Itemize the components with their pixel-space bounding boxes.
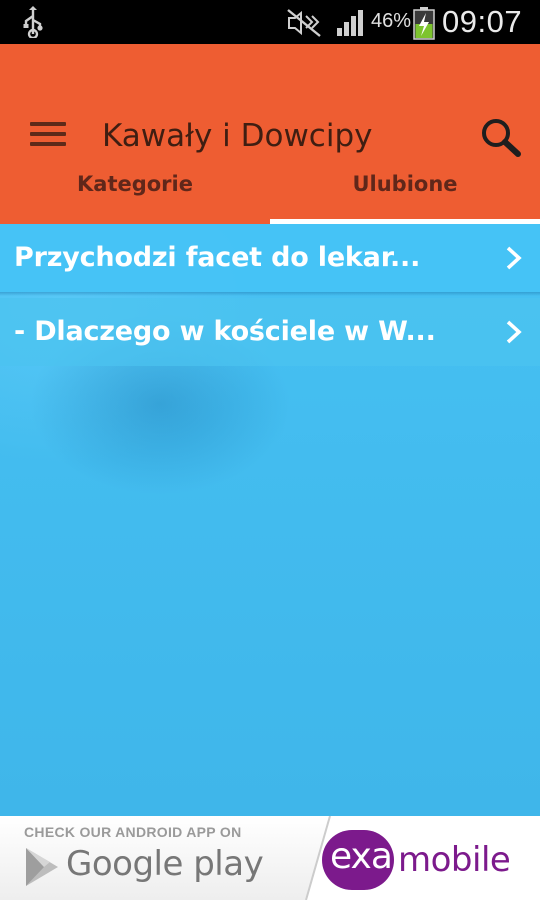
search-icon[interactable]	[478, 116, 524, 158]
ad-brand-mobile: mobile	[398, 840, 511, 880]
list-item-title: Przychodzi facet do lekar...	[14, 242, 421, 273]
mute-icon	[287, 9, 321, 37]
ad-headline: CHECK OUR ANDROID APP ON	[24, 824, 242, 840]
hamburger-menu-icon[interactable]	[30, 122, 66, 152]
chevron-right-icon	[506, 246, 522, 270]
clock: 09:07	[442, 4, 523, 39]
battery-charging-icon	[413, 7, 435, 40]
ad-banner[interactable]: CHECK OUR ANDROID APP ON Google play exa…	[0, 816, 540, 900]
list-divider	[0, 292, 540, 296]
list-item[interactable]: Przychodzi facet do lekar...	[0, 224, 540, 292]
favorites-list: Przychodzi facet do lekar... - Dlaczego …	[0, 224, 540, 816]
tab-categories[interactable]: Kategorie	[0, 168, 270, 224]
usb-icon	[23, 6, 43, 38]
battery-percent: 46%	[371, 10, 412, 32]
status-bar: 46% 09:07	[0, 0, 540, 44]
list-item[interactable]: - Dlaczego w kościele w W...	[0, 298, 540, 366]
list-item-title: - Dlaczego w kościele w W...	[14, 316, 436, 347]
ad-brand-exa: exa	[330, 836, 393, 877]
google-play-icon	[26, 848, 58, 886]
ad-store-name: Google play	[66, 844, 264, 884]
tab-favorites[interactable]: Ulubione	[270, 168, 540, 224]
signal-icon	[337, 10, 363, 36]
chevron-right-icon	[506, 320, 522, 344]
app-title: Kawały i Dowcipy	[102, 118, 373, 154]
